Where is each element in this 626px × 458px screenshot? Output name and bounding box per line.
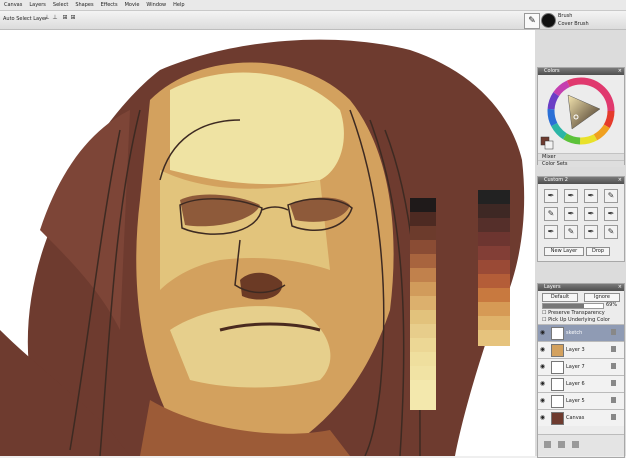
lock-icon[interactable]	[611, 346, 616, 352]
layer-thumbnail	[551, 395, 564, 408]
layer-row[interactable]: ◉ Layer 7	[538, 358, 624, 375]
eye-icon[interactable]: ◉	[539, 397, 546, 404]
lock-icon[interactable]	[611, 397, 616, 403]
pick-up-color-checkbox[interactable]: ☐ Pick Up Underlying Color	[542, 317, 610, 323]
menu-movie[interactable]: Movie	[125, 2, 140, 8]
layer-name: Layer 5	[566, 398, 585, 404]
painting-canvas[interactable]	[0, 30, 535, 456]
pick-up-color-label: Pick Up Underlying Color	[548, 317, 610, 323]
layers-panel-title-text: Layers	[544, 284, 561, 290]
brush-variant[interactable]: Cover Brush	[558, 21, 589, 27]
layer-thumbnail	[551, 327, 564, 340]
preserve-transparency-label: Preserve Transparency	[548, 310, 605, 316]
layer-name: Layer 7	[566, 364, 585, 370]
brush-tool-icon[interactable]: ✒	[564, 207, 578, 221]
brush-tool-icon[interactable]: ✒	[544, 189, 558, 203]
layer-options-icon[interactable]	[544, 441, 551, 448]
new-layer-button[interactable]: New Layer	[544, 247, 584, 256]
menu-help[interactable]: Help	[173, 2, 184, 8]
custom-panel-title: Custom 2 ×	[538, 177, 624, 184]
colors-panel-title-text: Colors	[544, 68, 560, 74]
layers-panel-title: Layers ×	[538, 284, 624, 291]
menu-select[interactable]: Select	[53, 2, 68, 8]
close-icon[interactable]: ×	[618, 284, 622, 291]
brush-tool-icon[interactable]: ✎	[604, 225, 618, 239]
color-wheel-icon[interactable]	[538, 75, 624, 151]
align-icon[interactable]: ⊥	[44, 14, 50, 22]
brush-tool-icon[interactable]: ✒	[604, 207, 618, 221]
auto-select-layer-option[interactable]: Auto Select Layer	[3, 16, 47, 22]
layer-row[interactable]: ◉ Layer 5	[538, 392, 624, 409]
lock-icon[interactable]	[611, 414, 616, 420]
pencil-tool-icon[interactable]: ✎	[544, 207, 558, 221]
canvas-area[interactable]	[0, 30, 535, 456]
new-layer-icon[interactable]	[558, 441, 565, 448]
eye-icon[interactable]: ◉	[539, 380, 546, 387]
brush-tool-icon[interactable]: ✒	[584, 207, 598, 221]
layer-thumbnail	[551, 361, 564, 374]
layer-row[interactable]: ◉ sketch	[538, 324, 624, 341]
delete-layer-icon[interactable]	[572, 441, 579, 448]
custom-palette-panel: Custom 2 × ✒ ✒ ✒ ✎ ✎ ✒ ✒ ✒ ✒ ✎ ✒ ✎ New L…	[537, 176, 625, 262]
menu-bar: Canvas Layers Select Shapes Effects Movi…	[0, 0, 626, 11]
eye-icon[interactable]: ◉	[539, 363, 546, 370]
opacity-slider[interactable]	[542, 303, 604, 309]
layer-name: Layer 3	[566, 347, 585, 353]
close-icon[interactable]: ×	[618, 68, 622, 75]
layer-name: sketch	[566, 330, 583, 336]
layer-name: Layer 6	[566, 381, 585, 387]
preserve-transparency-checkbox[interactable]: ☐ Preserve Transparency	[542, 310, 605, 316]
brush-tool-icon[interactable]: ✎	[564, 225, 578, 239]
layers-panel: Layers × Default Ignore 69% ☐ Preserve T…	[537, 283, 625, 458]
custom-panel-title-text: Custom 2	[544, 177, 568, 183]
lock-icon[interactable]	[611, 363, 616, 369]
lock-icon[interactable]	[611, 380, 616, 386]
menu-canvas[interactable]: Canvas	[4, 2, 22, 8]
align-center-icon[interactable]: ⊥	[52, 14, 58, 22]
brush-tool-icon[interactable]: ✒	[584, 189, 598, 203]
brush-tool-icon[interactable]: ✎	[604, 189, 618, 203]
close-icon[interactable]: ×	[618, 177, 622, 184]
brush-category[interactable]: Brush	[558, 13, 572, 19]
layer-thumbnail	[551, 344, 564, 357]
menu-shapes[interactable]: Shapes	[75, 2, 93, 8]
layer-row[interactable]: ◉ Canvas	[538, 409, 624, 426]
layers-footer	[538, 434, 624, 456]
composite-method-select[interactable]: Default	[542, 293, 578, 302]
brush-tool-icon[interactable]: ✒	[544, 225, 558, 239]
eye-icon[interactable]: ◉	[539, 346, 546, 353]
color-sets-section[interactable]: Color Sets	[538, 160, 624, 167]
menu-layers[interactable]: Layers	[29, 2, 46, 8]
brush-dab-preview[interactable]	[541, 13, 556, 28]
brush-tool-icon[interactable]: ✒	[584, 225, 598, 239]
layer-thumbnail	[551, 412, 564, 425]
brush-selector-icon[interactable]: ✎	[524, 13, 540, 29]
mixer-section[interactable]: Mixer	[538, 153, 624, 160]
menu-effects[interactable]: Effects	[101, 2, 118, 8]
eye-icon[interactable]: ◉	[539, 414, 546, 421]
layer-row[interactable]: ◉ Layer 6	[538, 375, 624, 392]
eye-icon[interactable]: ◉	[539, 329, 546, 336]
layer-name: Canvas	[566, 415, 585, 421]
layer-thumbnail	[551, 378, 564, 391]
brush-tool-icon[interactable]: ✒	[564, 189, 578, 203]
colors-panel-title: Colors ×	[538, 68, 624, 75]
layer-row[interactable]: ◉ Layer 3	[538, 341, 624, 358]
transform-icon[interactable]: ⊞	[62, 14, 68, 22]
commit-icon[interactable]: ⊞	[70, 14, 76, 22]
opacity-value: 69%	[606, 302, 618, 308]
menu-window[interactable]: Window	[146, 2, 166, 8]
drop-button[interactable]: Drop	[586, 247, 610, 256]
colors-panel: Colors × Mixer Color Sets	[537, 67, 625, 167]
ignore-select[interactable]: Ignore	[584, 293, 620, 302]
lock-icon[interactable]	[611, 329, 616, 335]
